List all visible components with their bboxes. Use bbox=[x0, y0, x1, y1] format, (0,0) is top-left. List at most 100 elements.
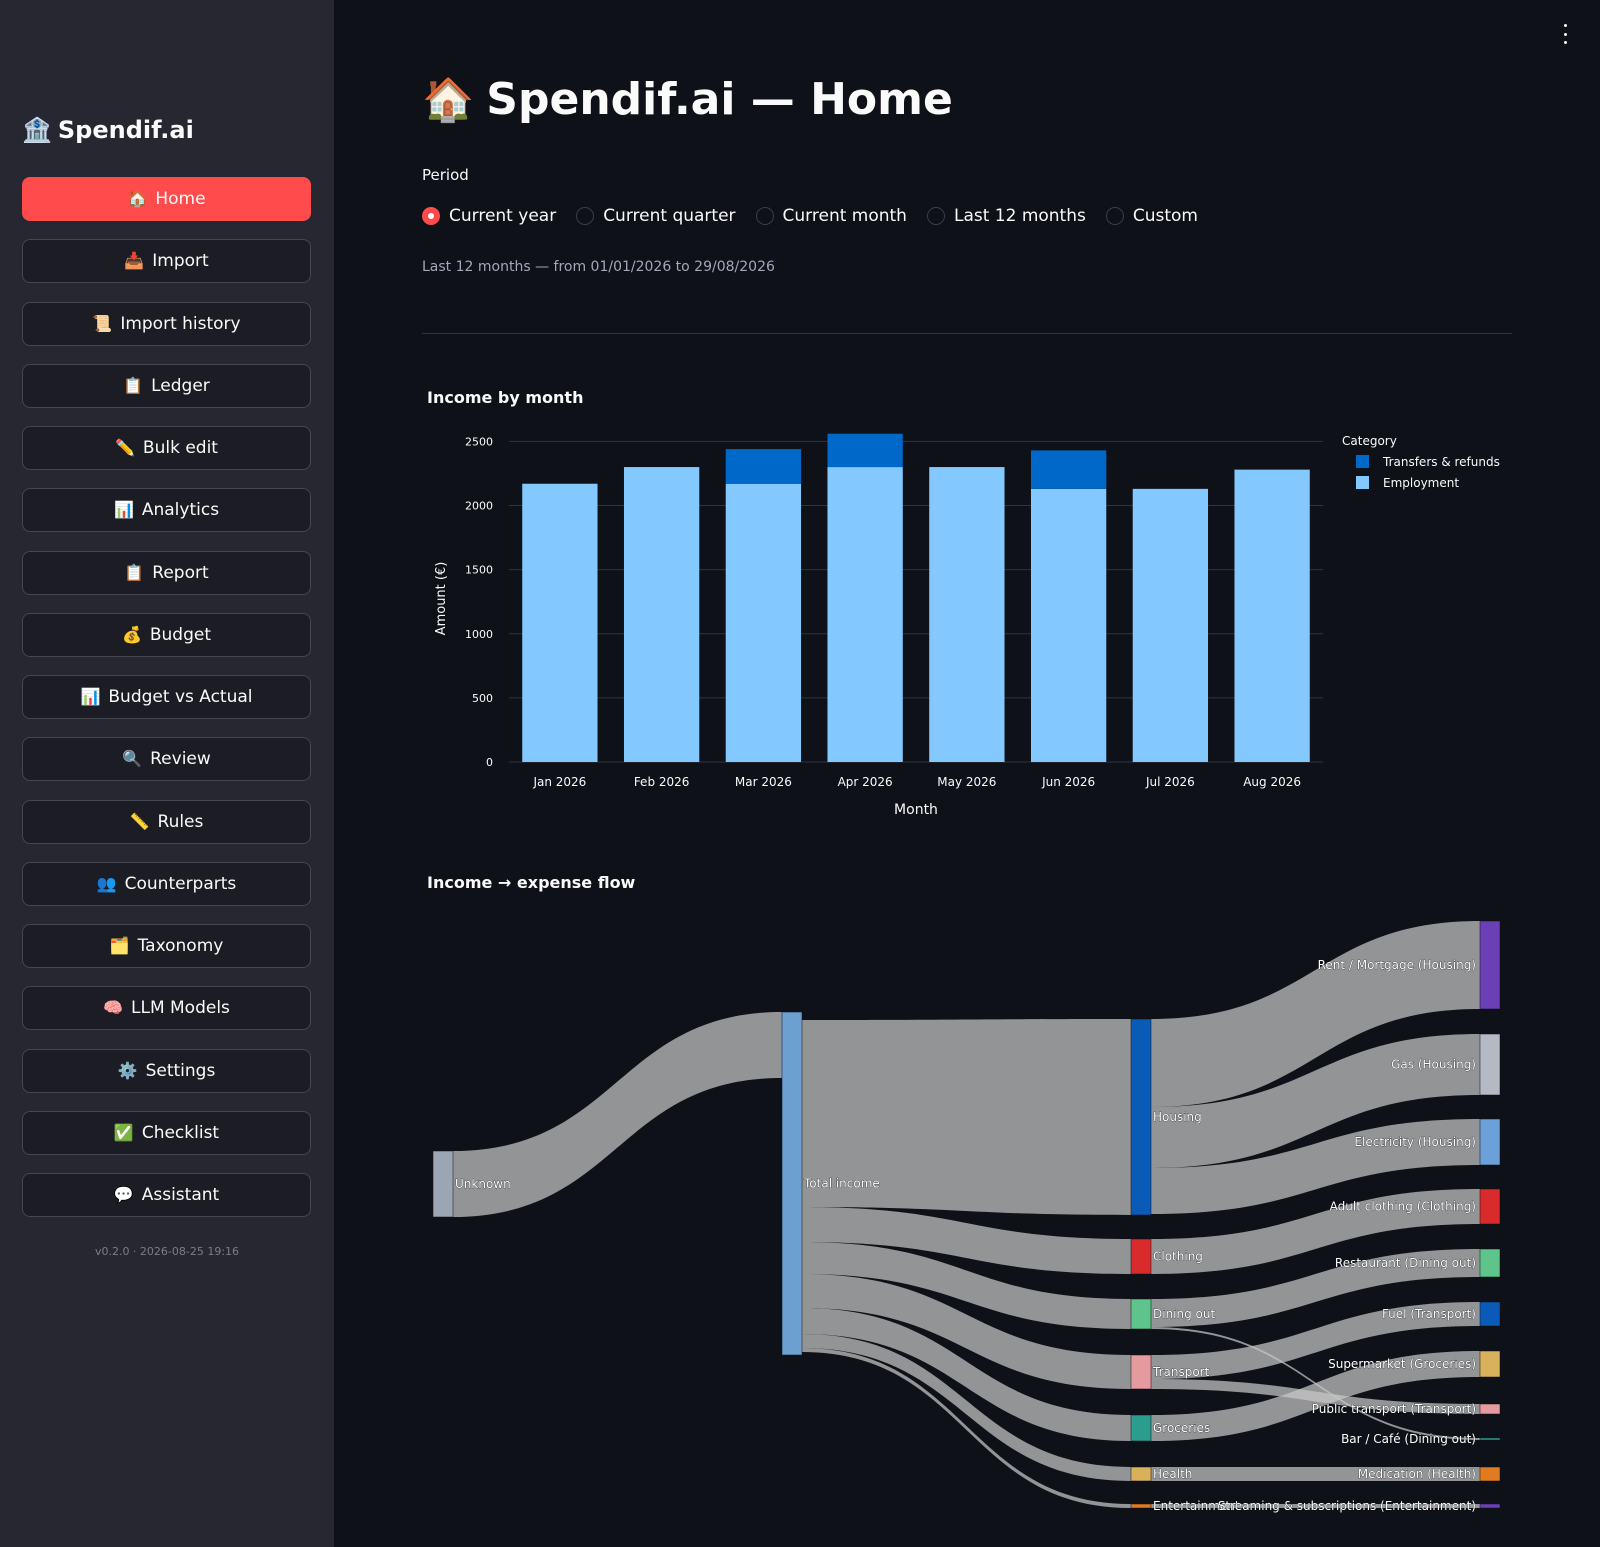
sankey-link[interactable] bbox=[802, 1242, 1131, 1329]
period-option-custom[interactable]: Custom bbox=[1105, 206, 1198, 226]
bar-employment[interactable] bbox=[1030, 488, 1107, 762]
sankey-node-label: Restaurant (Dining out) bbox=[1335, 1256, 1476, 1270]
sankey-node[interactable] bbox=[1479, 920, 1501, 1010]
nav-taxonomy-button[interactable]: 🗂️ Taxonomy bbox=[22, 924, 311, 968]
nav-icon: 📥 bbox=[124, 251, 145, 271]
bar-employment[interactable] bbox=[725, 483, 802, 762]
nav-home-button[interactable]: 🏠 Home bbox=[22, 177, 311, 221]
sankey-link[interactable] bbox=[1151, 1504, 1480, 1508]
nav-label: Budget vs Actual bbox=[108, 687, 253, 707]
sankey-link[interactable] bbox=[1151, 1351, 1480, 1441]
sankey-node[interactable] bbox=[1479, 1437, 1501, 1441]
sankey-node[interactable] bbox=[1130, 1354, 1152, 1390]
radio-dot[interactable] bbox=[1105, 207, 1124, 225]
sankey-link[interactable] bbox=[802, 1019, 1131, 1215]
bar-transfers-refunds[interactable] bbox=[827, 433, 903, 468]
nav-review-button[interactable]: 🔍 Review bbox=[22, 737, 311, 782]
sankey-node[interactable] bbox=[1130, 1466, 1152, 1482]
sankey-node[interactable] bbox=[1130, 1018, 1152, 1216]
bar-employment[interactable] bbox=[1234, 469, 1310, 762]
version-label: v0.2.0 · 2026-08-25 19:16 bbox=[94, 1245, 240, 1258]
sankey-node[interactable] bbox=[781, 1011, 803, 1356]
nav-report-button[interactable]: 📋 Report bbox=[22, 550, 311, 595]
nav-import-history-button[interactable]: 📜 Import history bbox=[22, 301, 311, 346]
radio-dot[interactable] bbox=[755, 207, 774, 225]
sankey-node[interactable] bbox=[1479, 1033, 1501, 1096]
y-axis-label: Amount (€) bbox=[434, 562, 449, 636]
sankey-link[interactable] bbox=[802, 1308, 1131, 1441]
sankey-link[interactable] bbox=[1151, 1467, 1480, 1481]
x-tick-label: Jul 2026 bbox=[1145, 775, 1195, 789]
sankey-link[interactable] bbox=[1151, 921, 1480, 1107]
bar-employment[interactable] bbox=[929, 467, 1005, 762]
sankey-node[interactable] bbox=[1479, 1188, 1501, 1225]
sankey-link[interactable] bbox=[1151, 1379, 1480, 1414]
nav-budget-vs-actual-button[interactable]: 📊 Budget vs Actual bbox=[22, 675, 311, 719]
nav-import-button[interactable]: 📥 Import bbox=[22, 239, 311, 284]
sankey-link[interactable] bbox=[1151, 1119, 1480, 1214]
y-tick-label: 2500 bbox=[465, 435, 493, 448]
sankey-node[interactable] bbox=[1479, 1466, 1501, 1482]
nav-assistant-button[interactable]: 💬 Assistant bbox=[22, 1173, 311, 1217]
radio-dot[interactable] bbox=[576, 207, 595, 225]
period-option-current-month[interactable]: Current month bbox=[755, 206, 907, 226]
bar-employment[interactable] bbox=[623, 467, 700, 762]
sankey-link[interactable] bbox=[802, 1334, 1131, 1481]
nav-settings-button[interactable]: ⚙️ Settings bbox=[22, 1048, 311, 1093]
sankey-link[interactable] bbox=[802, 1207, 1131, 1274]
sankey-node[interactable] bbox=[1130, 1238, 1152, 1275]
sankey-node[interactable] bbox=[432, 1150, 454, 1218]
bar-transfers-refunds[interactable] bbox=[1030, 450, 1107, 489]
sankey-node-label: Fuel (Transport) bbox=[1382, 1307, 1476, 1321]
nav-checklist-button[interactable]: ✅ Checklist bbox=[22, 1110, 311, 1155]
period-range-caption: Last 12 months — from 01/01/2026 to 29/0… bbox=[422, 259, 775, 275]
sankey-link[interactable] bbox=[1151, 1189, 1480, 1274]
nav-label: Assistant bbox=[141, 1185, 220, 1205]
nav-label: Settings bbox=[145, 1060, 216, 1081]
page-title: 🏠 Spendif.ai — Home bbox=[422, 74, 953, 125]
sankey-node[interactable] bbox=[1479, 1403, 1501, 1415]
sankey-node[interactable] bbox=[1479, 1350, 1501, 1378]
bar-employment[interactable] bbox=[1132, 488, 1209, 762]
nav-bulk-edit-button[interactable]: ✏️ Bulk edit bbox=[22, 426, 311, 470]
nav-counterparts-button[interactable]: 👥 Counterparts bbox=[22, 861, 311, 906]
sankey-link[interactable] bbox=[453, 1012, 782, 1217]
sankey-node[interactable] bbox=[1130, 1298, 1152, 1330]
sankey-node[interactable] bbox=[1130, 1503, 1152, 1509]
divider bbox=[422, 333, 1512, 334]
sankey-node-label: Entertainment bbox=[1153, 1499, 1240, 1513]
sankey-link[interactable] bbox=[1151, 1249, 1480, 1327]
radio-dot[interactable] bbox=[422, 207, 440, 225]
main-menu-icon[interactable] bbox=[1557, 24, 1573, 44]
sankey-node[interactable] bbox=[1479, 1248, 1501, 1278]
radio-dot[interactable] bbox=[926, 207, 945, 225]
nav-budget-button[interactable]: 💰 Budget bbox=[22, 612, 311, 657]
nav-rules-button[interactable]: 📏 Rules bbox=[22, 799, 311, 844]
flow-chart-title: Income → expense flow bbox=[427, 873, 636, 892]
sankey-link[interactable] bbox=[1151, 1034, 1480, 1168]
bar-employment[interactable] bbox=[827, 467, 903, 762]
sankey-node-label: Adult clothing (Clothing) bbox=[1330, 1200, 1476, 1214]
period-option-last-12-months[interactable]: Last 12 months bbox=[926, 206, 1086, 226]
sankey-node[interactable] bbox=[1479, 1503, 1501, 1509]
sankey-link[interactable] bbox=[1151, 1327, 1480, 1440]
bar-employment[interactable] bbox=[522, 483, 598, 762]
nav-label: Home bbox=[155, 189, 206, 209]
nav-ledger-button[interactable]: 📋 Ledger bbox=[22, 363, 311, 408]
income-chart-title: Income by month bbox=[427, 388, 584, 407]
legend-swatch[interactable] bbox=[1356, 455, 1369, 468]
period-option-current-year[interactable]: Current year bbox=[422, 206, 556, 226]
sankey-node[interactable] bbox=[1479, 1301, 1501, 1327]
sankey-node[interactable] bbox=[1479, 1118, 1501, 1166]
sankey-node[interactable] bbox=[1130, 1414, 1152, 1442]
bar-transfers-refunds[interactable] bbox=[725, 449, 802, 484]
nav-icon: 💬 bbox=[113, 1185, 134, 1204]
sidebar-nav: 🏠 Home 📥 Import 📜 Import history 📋 Ledger ✏️ Bulk… bbox=[22, 177, 311, 1235]
nav-llm-models-button[interactable]: 🧠 LLM Models bbox=[22, 986, 311, 1031]
sankey-link[interactable] bbox=[802, 1348, 1131, 1508]
nav-analytics-button[interactable]: 📊 Analytics bbox=[22, 488, 311, 533]
legend-swatch[interactable] bbox=[1356, 476, 1369, 489]
sankey-link[interactable] bbox=[802, 1274, 1131, 1389]
sankey-link[interactable] bbox=[1151, 1302, 1480, 1379]
period-option-current-quarter[interactable]: Current quarter bbox=[576, 206, 736, 226]
